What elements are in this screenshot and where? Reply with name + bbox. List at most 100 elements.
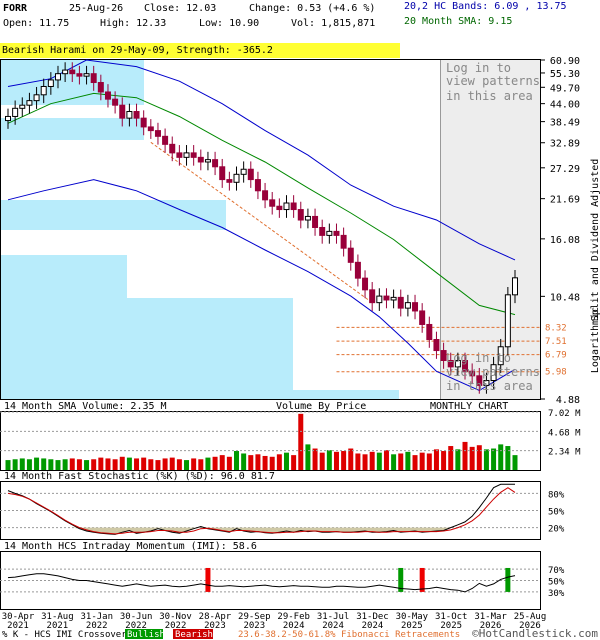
candle-body	[69, 69, 76, 75]
candle-body	[126, 111, 133, 119]
candle-body	[254, 179, 261, 192]
momentum-path	[7, 573, 516, 593]
volume-bar	[69, 458, 75, 470]
volume-bar	[105, 458, 111, 470]
candle-body	[326, 230, 333, 236]
candle-body	[54, 73, 61, 81]
candle-body	[154, 130, 161, 137]
volume-bar	[433, 449, 439, 470]
candle-body	[140, 117, 147, 128]
volume-bar	[412, 455, 418, 470]
price-tick-label: 4.88	[556, 395, 580, 406]
volume-by-price-block	[1, 255, 127, 300]
volume-bar	[98, 457, 104, 470]
crossover-marker	[419, 567, 425, 592]
candle-body	[433, 339, 440, 352]
fib-level-label: 5.98	[545, 368, 567, 378]
candle-body	[340, 234, 347, 249]
volume-panel-title: 14 Month SMA Volume: 2.35 M	[4, 401, 167, 412]
volume-bar	[398, 453, 404, 470]
volume-bar	[248, 455, 254, 470]
volume-by-price-layer	[1, 60, 399, 399]
overlay-note-top-1: Log in to	[446, 61, 511, 75]
candle-body	[347, 247, 354, 263]
adjusted-label: Split and Dividend Adjusted	[590, 159, 600, 322]
volume-bar	[405, 451, 411, 470]
volume-bar	[112, 459, 118, 470]
price-tick-label: 38.49	[550, 118, 580, 129]
volume-by-price-block	[1, 390, 399, 399]
candle-body	[133, 111, 140, 119]
volume-bar	[291, 455, 297, 470]
candle-body	[504, 294, 511, 348]
candle-body	[262, 190, 269, 201]
price-tick-label: 21.69	[550, 195, 580, 206]
price-tick-label: 32.89	[550, 139, 580, 150]
candle-body	[354, 261, 361, 279]
fib-level-label: 7.51	[545, 337, 567, 347]
chart-svg: 8.32 7.51 6.79 5.98 Log in to view patterns…	[0, 56, 600, 640]
momentum-tick-label: 70%	[548, 566, 565, 576]
volume-bar	[391, 454, 397, 470]
candle-body	[19, 104, 26, 109]
pattern-shade	[440, 60, 540, 399]
volume-bar	[505, 446, 511, 470]
date-axis: 30-Apr202131-Aug202131-Jan202230-Jun2022…	[2, 612, 547, 631]
candle-body	[226, 179, 233, 183]
candle-body	[304, 215, 311, 221]
volume-bar	[134, 458, 140, 470]
volume-bar	[483, 449, 489, 470]
volume-bar	[276, 454, 282, 470]
candle-body	[112, 98, 119, 106]
log-scale-label: Logarithmic	[590, 307, 600, 373]
volume-bar	[426, 453, 432, 470]
volume-bar	[262, 455, 268, 470]
volume-bar	[462, 441, 468, 470]
candle-body	[90, 73, 97, 84]
candle-body	[390, 296, 397, 301]
volume-bar	[176, 459, 182, 470]
overlay-note-bottom-3: in this area	[446, 379, 533, 393]
volume-bar	[455, 449, 461, 470]
candle-body	[233, 173, 240, 183]
candle-body	[183, 152, 190, 158]
stochastic-k-line	[7, 483, 515, 535]
volume-bar	[26, 459, 32, 470]
volume-bar	[126, 457, 132, 470]
volume-bar	[269, 456, 275, 470]
momentum-axis: 70% 50%30%	[548, 566, 565, 599]
volume-bar	[319, 452, 325, 470]
candle-body	[190, 152, 197, 158]
volume-bar	[12, 459, 18, 470]
overlay-note-bottom-2: view patterns	[446, 365, 540, 379]
volume-bar	[212, 456, 218, 470]
volume-bar	[498, 444, 504, 470]
candle-body	[76, 73, 83, 77]
volume-bar	[169, 457, 175, 470]
price-tick-label: 55.30	[550, 69, 580, 80]
candle-body	[104, 91, 111, 100]
volume-bar	[441, 450, 447, 470]
candle-body	[512, 277, 518, 296]
volume-bar	[355, 453, 361, 470]
candle-body	[83, 73, 90, 77]
volume-bar	[34, 457, 40, 470]
bullish-legend: Bullish	[127, 630, 165, 640]
candle-body	[176, 152, 183, 158]
volume-bar	[448, 446, 454, 470]
volume-bar	[341, 450, 347, 470]
volume-bar	[5, 460, 11, 470]
stochastic-tick-label: 50%	[548, 508, 565, 518]
candle-body	[119, 104, 126, 119]
candle-body	[376, 295, 383, 304]
volume-bar	[362, 454, 368, 470]
candle-body	[269, 199, 276, 207]
candle-body	[247, 168, 254, 181]
stochastic-tick-label: 20%	[548, 525, 565, 535]
volume-bar	[255, 454, 261, 470]
candle-body	[197, 156, 204, 163]
volume-bar	[383, 450, 389, 470]
stochastic-lines	[0, 483, 540, 535]
crossover-marker	[505, 567, 511, 592]
bearish-legend: Bearish	[175, 630, 213, 640]
